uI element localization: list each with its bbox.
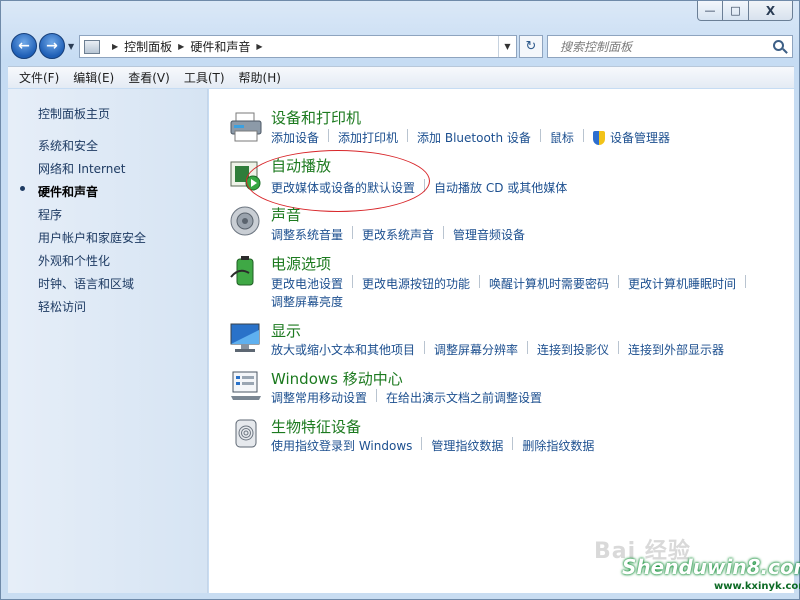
link-adjust-volume[interactable]: 调整系统音量 <box>271 226 343 243</box>
breadcrumb-hardware-sound[interactable]: 硬件和声音 <box>190 38 250 55</box>
watermark-url: www.kxinyk.com <box>714 581 800 592</box>
refresh-button[interactable]: ↻ <box>519 35 543 58</box>
sidebar-item-hardware-sound[interactable]: 硬件和声音 <box>38 183 98 200</box>
menu-file[interactable]: 文件(F) <box>12 69 66 86</box>
menu-help[interactable]: 帮助(H) <box>232 69 288 86</box>
link-screen-resolution[interactable]: 调整屏幕分辨率 <box>434 341 518 358</box>
maximize-button[interactable]: □ <box>723 1 749 21</box>
link-external-display[interactable]: 连接到外部显示器 <box>628 341 724 358</box>
sidebar: 控制面板主页 系统和安全 网络和 Internet 硬件和声音 程序 用户帐户和… <box>8 89 208 593</box>
link-change-battery-settings[interactable]: 更改电池设置 <box>271 275 343 292</box>
link-power-button[interactable]: 更改电源按钮的功能 <box>362 275 470 292</box>
sidebar-item-user-accounts[interactable]: 用户帐户和家庭安全 <box>38 229 146 246</box>
speaker-icon[interactable] <box>229 205 263 237</box>
link-change-system-sounds[interactable]: 更改系统声音 <box>362 226 434 243</box>
category-links: 调整常用移动设置 在给出演示文档之前调整设置 <box>271 389 542 406</box>
category-links: 调整系统音量 更改系统声音 管理音频设备 <box>271 226 525 243</box>
back-button[interactable]: ← <box>11 33 37 59</box>
sidebar-item-system-security[interactable]: 系统和安全 <box>38 137 98 154</box>
monitor-icon[interactable] <box>229 322 263 354</box>
link-add-device[interactable]: 添加设备 <box>271 129 319 146</box>
breadcrumb-arrow-icon[interactable]: ▶ <box>256 42 262 51</box>
site-watermark: Bai 经验 Shenduwin8.com www.kxinyk.com <box>594 525 800 597</box>
link-manage-fingerprint[interactable]: 管理指纹数据 <box>431 437 503 454</box>
current-item-bullet-icon <box>20 186 25 191</box>
link-add-printer[interactable]: 添加打印机 <box>338 129 398 146</box>
sidebar-item-clock-region[interactable]: 时钟、语言和区域 <box>38 275 134 292</box>
link-require-password[interactable]: 唤醒计算机时需要密码 <box>489 275 609 292</box>
sidebar-item-home[interactable]: 控制面板主页 <box>38 105 110 122</box>
battery-icon[interactable] <box>229 255 263 287</box>
menu-view[interactable]: 查看(V) <box>121 69 177 86</box>
link-device-manager[interactable]: 设备管理器 <box>592 129 670 146</box>
category-title[interactable]: Windows 移动中心 <box>271 368 403 389</box>
link-add-bluetooth[interactable]: 添加 Bluetooth 设备 <box>417 129 531 146</box>
close-button[interactable]: X <box>749 1 793 21</box>
category-links: 使用指纹登录到 Windows 管理指纹数据 删除指纹数据 <box>271 437 594 454</box>
minimize-button[interactable]: — <box>697 1 723 21</box>
menu-tools[interactable]: 工具(T) <box>177 69 232 86</box>
link-screen-brightness[interactable]: 调整屏幕亮度 <box>271 293 343 310</box>
link-fingerprint-login[interactable]: 使用指纹登录到 Windows <box>271 437 412 454</box>
navigation-buttons: ← → ▼ <box>11 33 74 59</box>
category-title[interactable]: 显示 <box>271 320 301 341</box>
sidebar-item-network[interactable]: 网络和 Internet <box>38 160 125 177</box>
address-bar[interactable]: ▶ 控制面板 ▶ 硬件和声音 ▶ ▼ <box>79 35 517 58</box>
watermark-brand: Shenduwin8.com <box>622 555 800 579</box>
category-links: 放大或缩小文本和其他项目 调整屏幕分辨率 连接到投影仪 连接到外部显示器 <box>271 341 724 358</box>
category-title[interactable]: 设备和打印机 <box>271 107 361 128</box>
link-mouse[interactable]: 鼠标 <box>550 129 574 146</box>
menu-bar: 文件(F) 编辑(E) 查看(V) 工具(T) 帮助(H) <box>8 66 794 88</box>
caption-buttons: — □ X <box>697 1 793 21</box>
link-connect-projector[interactable]: 连接到投影仪 <box>537 341 609 358</box>
main-content: 设备和打印机 添加设备 添加打印机 添加 Bluetooth 设备 鼠标 设备管… <box>209 89 794 593</box>
sidebar-item-appearance[interactable]: 外观和个性化 <box>38 252 110 269</box>
category-title[interactable]: 电源选项 <box>271 253 331 274</box>
category-title[interactable]: 声音 <box>271 204 301 225</box>
control-panel-icon <box>84 39 100 54</box>
breadcrumb-arrow-icon[interactable]: ▶ <box>112 42 118 51</box>
link-mobility-settings[interactable]: 调整常用移动设置 <box>271 389 367 406</box>
address-dropdown-button[interactable]: ▼ <box>498 36 516 57</box>
sidebar-item-programs[interactable]: 程序 <box>38 206 62 223</box>
link-presentation-settings[interactable]: 在给出演示文档之前调整设置 <box>386 389 542 406</box>
link-delete-fingerprint[interactable]: 删除指纹数据 <box>522 437 594 454</box>
search-input[interactable]: 搜索控制面板 <box>547 35 793 58</box>
fingerprint-icon[interactable] <box>229 418 263 450</box>
recent-pages-dropdown[interactable]: ▼ <box>68 42 74 51</box>
printer-icon[interactable] <box>229 111 263 143</box>
category-title[interactable]: 生物特征设备 <box>271 416 361 437</box>
search-icon[interactable] <box>773 40 784 51</box>
link-autoplay-cd[interactable]: 自动播放 CD 或其他媒体 <box>434 179 567 196</box>
sidebar-item-ease-of-access[interactable]: 轻松访问 <box>38 298 86 315</box>
red-annotation-ellipse <box>246 150 430 212</box>
forward-button[interactable]: → <box>39 33 65 59</box>
breadcrumb-control-panel[interactable]: 控制面板 <box>124 38 172 55</box>
link-manage-audio-devices[interactable]: 管理音频设备 <box>453 226 525 243</box>
uac-shield-icon <box>592 130 605 145</box>
mobility-center-icon[interactable] <box>229 370 263 402</box>
menu-edit[interactable]: 编辑(E) <box>66 69 121 86</box>
breadcrumb-arrow-icon[interactable]: ▶ <box>178 42 184 51</box>
link-text-size[interactable]: 放大或缩小文本和其他项目 <box>271 341 415 358</box>
category-links: 更改电池设置 更改电源按钮的功能 唤醒计算机时需要密码 更改计算机睡眠时间 <box>271 275 755 292</box>
link-device-manager-label: 设备管理器 <box>609 131 670 145</box>
link-sleep-time[interactable]: 更改计算机睡眠时间 <box>628 275 736 292</box>
category-links: 添加设备 添加打印机 添加 Bluetooth 设备 鼠标 设备管理器 <box>271 129 670 146</box>
category-links: 调整屏幕亮度 <box>271 293 343 310</box>
control-panel-window: — □ X ← → ▼ ▶ 控制面板 ▶ 硬件和声音 ▶ ▼ ↻ 搜索控制面板 … <box>0 0 800 600</box>
